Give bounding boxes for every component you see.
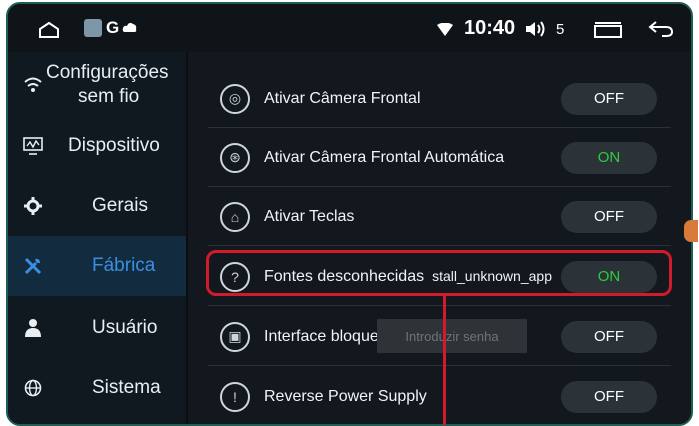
user-icon <box>22 317 44 339</box>
sidebar-item-user[interactable]: Usuário <box>8 298 186 358</box>
settings-sidebar: Configurações sem fio Dispositivo Gerais… <box>8 52 186 424</box>
keys-icon: ⌂ <box>220 201 250 232</box>
setting-label: Interface bloque <box>264 327 379 345</box>
sidebar-item-label: Dispositivo <box>68 135 160 156</box>
sidebar-item-label-line2: sem fio <box>78 86 140 107</box>
toggle-switch[interactable]: OFF <box>561 320 657 353</box>
sidebar-item-wireless[interactable]: Configurações sem fio <box>8 52 186 114</box>
sidebar-item-system[interactable]: Sistema <box>8 358 186 418</box>
home-icon[interactable] <box>38 21 60 44</box>
toggle-switch[interactable]: OFF <box>561 380 657 413</box>
back-icon[interactable] <box>648 20 674 43</box>
setting-row-reverse-power[interactable]: ! Reverse Power Supply OFF <box>208 368 671 424</box>
volume-icon[interactable] <box>524 20 546 43</box>
setting-label: Ativar Teclas <box>264 207 355 225</box>
gear-icon <box>22 195 44 217</box>
power-icon: ! <box>220 381 250 412</box>
wifi-icon <box>22 74 44 96</box>
floating-button[interactable] <box>684 220 698 242</box>
callout-line <box>443 296 446 425</box>
sidebar-item-factory[interactable]: Fábrica <box>8 236 186 296</box>
setting-label: Ativar Câmera Frontal <box>264 89 421 107</box>
sidebar-item-label: Sistema <box>92 377 161 398</box>
setting-label: Reverse Power Supply <box>264 387 427 405</box>
settings-notif-icon <box>84 19 102 37</box>
password-input[interactable]: Introduzir senha <box>377 319 527 353</box>
device-screen: G 10:40 5 Configurações sem fio Disposit… <box>6 2 693 426</box>
globe-icon <box>22 377 44 399</box>
monitor-icon <box>22 135 44 157</box>
tools-icon <box>22 255 44 277</box>
clock: 10:40 <box>464 17 516 39</box>
toggle-switch[interactable]: OFF <box>561 82 657 115</box>
settings-list: ◎ Ativar Câmera Frontal OFF ⊛ Ativar Câm… <box>188 52 691 424</box>
highlight-box <box>206 250 672 296</box>
toggle-switch[interactable]: ON <box>561 141 657 174</box>
setting-row-front-camera[interactable]: ◎ Ativar Câmera Frontal OFF <box>208 70 671 128</box>
recent-apps-icon[interactable] <box>594 22 622 43</box>
lock-icon: ▣ <box>220 321 250 352</box>
setting-row-auto-front-camera[interactable]: ⊛ Ativar Câmera Frontal Automática ON <box>208 129 671 187</box>
sidebar-item-general[interactable]: Gerais <box>8 176 186 236</box>
cloud-icon <box>122 20 138 38</box>
notification-g: G <box>106 18 120 37</box>
volume-level: 5 <box>556 21 565 38</box>
setting-label: Ativar Câmera Frontal Automática <box>264 148 505 166</box>
sidebar-item-label: Configurações <box>46 62 169 83</box>
sidebar-item-label: Usuário <box>92 317 158 338</box>
wifi-icon <box>436 22 454 42</box>
sidebar-item-device[interactable]: Dispositivo <box>8 116 186 176</box>
auto-camera-icon: ⊛ <box>220 142 250 173</box>
toggle-switch[interactable]: OFF <box>561 200 657 233</box>
sidebar-item-label: Gerais <box>92 195 148 216</box>
setting-row-keys[interactable]: ⌂ Ativar Teclas OFF <box>208 188 671 246</box>
status-bar: G 10:40 5 <box>8 4 691 52</box>
camera-icon: ◎ <box>220 83 250 114</box>
sidebar-item-label: Fábrica <box>92 255 156 276</box>
